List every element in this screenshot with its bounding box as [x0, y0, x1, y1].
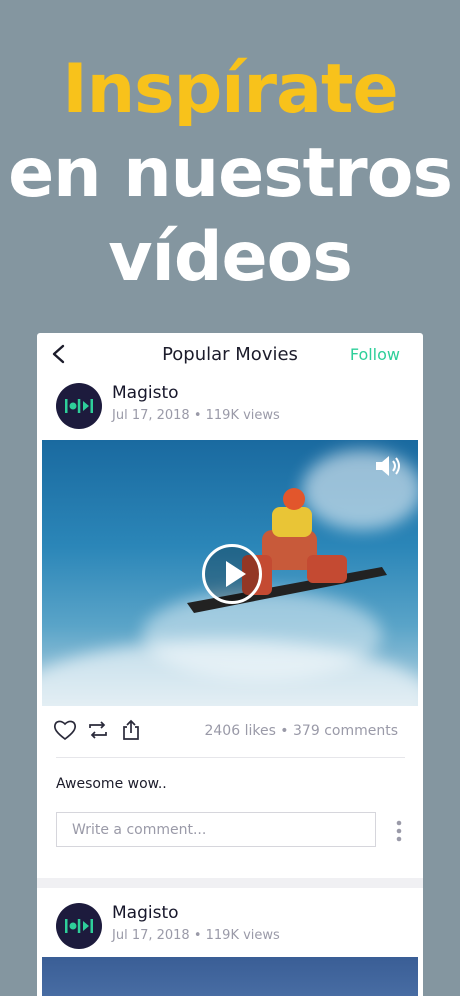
heart-icon[interactable]: [53, 719, 77, 741]
username[interactable]: Magisto: [112, 903, 179, 923]
headline-line-2: en nuestros: [8, 134, 453, 213]
video-player[interactable]: [42, 440, 418, 706]
speaker-icon[interactable]: [374, 454, 404, 478]
avatar[interactable]: [56, 383, 102, 429]
post-stats[interactable]: 2406 likes • 379 comments: [204, 723, 398, 739]
divider: [56, 757, 405, 758]
comment-field[interactable]: [56, 812, 376, 847]
promo-headline: Inspírate en nuestros vídeos: [0, 48, 460, 300]
nav-bar: Popular Movies Follow: [37, 333, 423, 377]
headline-line-1: Inspírate: [62, 50, 398, 129]
post-caption: Awesome wow..: [56, 776, 167, 792]
post-header: Magisto Jul 17, 2018 • 119K views: [37, 377, 423, 439]
avatar[interactable]: [56, 903, 102, 949]
video-player-2[interactable]: [42, 957, 418, 996]
follow-button[interactable]: Follow: [350, 345, 400, 364]
post-separator: [37, 878, 423, 888]
more-vertical-icon[interactable]: [395, 820, 403, 842]
share-icon[interactable]: [121, 719, 141, 741]
post-meta: Jul 17, 2018 • 119K views: [112, 408, 280, 423]
username[interactable]: Magisto: [112, 383, 179, 403]
magisto-logo-icon: [65, 399, 93, 413]
app-screen: Popular Movies Follow Magisto Jul 17, 20…: [37, 333, 423, 996]
magisto-logo-icon: [65, 919, 93, 933]
post-actions: 2406 likes • 379 comments: [37, 706, 423, 756]
headline-line-3: vídeos: [108, 218, 353, 297]
post-meta: Jul 17, 2018 • 119K views: [112, 928, 280, 943]
repost-icon[interactable]: [87, 719, 109, 741]
post-header-2: Magisto Jul 17, 2018 • 119K views: [37, 897, 423, 959]
comment-input[interactable]: [57, 813, 375, 846]
play-icon[interactable]: [202, 544, 262, 604]
